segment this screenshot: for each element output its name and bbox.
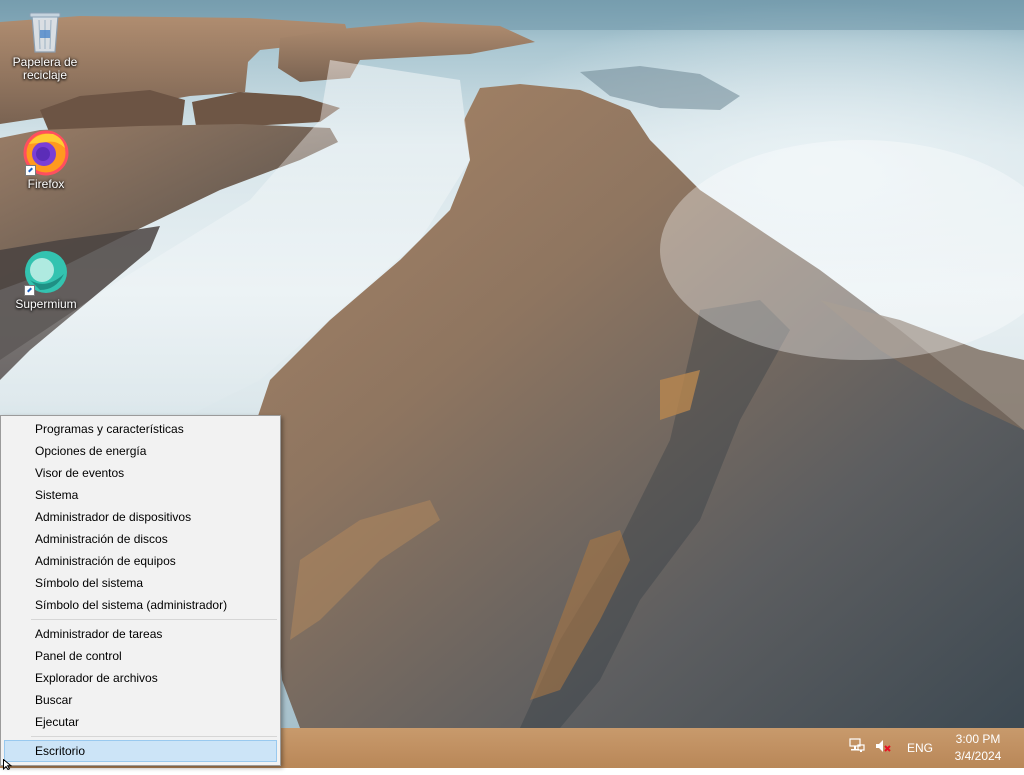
menu-item-event-viewer[interactable]: Visor de eventos	[4, 462, 277, 484]
menu-item-disk-management[interactable]: Administración de discos	[4, 528, 277, 550]
winx-context-menu: Programas y características Opciones de …	[0, 415, 281, 766]
desktop-icon-firefox[interactable]: Firefox	[8, 130, 84, 191]
menu-separator	[31, 619, 277, 620]
volume-muted-icon	[875, 738, 891, 759]
menu-item-command-prompt[interactable]: Símbolo del sistema	[4, 572, 277, 594]
menu-item-run[interactable]: Ejecutar	[4, 711, 277, 733]
clock-time: 3:00 PM	[955, 732, 1001, 746]
menu-item-computer-management[interactable]: Administración de equipos	[4, 550, 277, 572]
menu-item-task-manager[interactable]: Administrador de tareas	[4, 623, 277, 645]
recycle-bin-icon	[27, 8, 63, 54]
menu-item-power-options[interactable]: Opciones de energía	[4, 440, 277, 462]
clock[interactable]: 3:00 PM 3/4/2024	[946, 728, 1010, 768]
desktop-icon-supermium[interactable]: Supermium	[8, 250, 84, 311]
network-icon	[849, 737, 865, 759]
menu-item-command-prompt-admin[interactable]: Símbolo del sistema (administrador)	[4, 594, 277, 616]
desktop-icon-recycle-bin[interactable]: Papelera de reciclaje	[7, 8, 83, 82]
network-tray-button[interactable]	[844, 728, 870, 768]
supermium-icon	[22, 250, 70, 296]
shortcut-arrow-icon	[24, 285, 35, 296]
mouse-cursor-icon	[3, 757, 13, 775]
desktop-icon-label: Firefox	[27, 177, 65, 191]
menu-item-programs-features[interactable]: Programas y características	[4, 418, 277, 440]
volume-tray-button[interactable]	[870, 728, 896, 768]
menu-item-search[interactable]: Buscar	[4, 689, 277, 711]
firefox-icon	[23, 130, 69, 176]
clock-date: 3/4/2024	[954, 749, 1002, 763]
menu-item-control-panel[interactable]: Panel de control	[4, 645, 277, 667]
menu-item-device-manager[interactable]: Administrador de dispositivos	[4, 506, 277, 528]
menu-item-desktop[interactable]: Escritorio	[4, 740, 277, 762]
desktop-icon-label: Supermium	[15, 297, 77, 311]
menu-item-system[interactable]: Sistema	[4, 484, 277, 506]
menu-item-file-explorer[interactable]: Explorador de archivos	[4, 667, 277, 689]
shortcut-arrow-icon	[25, 165, 36, 176]
language-indicator[interactable]: ENG	[902, 728, 938, 768]
desktop-icon-label: Papelera de reciclaje	[12, 55, 78, 82]
menu-separator	[31, 736, 277, 737]
system-tray: ENG 3:00 PM 3/4/2024	[844, 728, 1024, 768]
